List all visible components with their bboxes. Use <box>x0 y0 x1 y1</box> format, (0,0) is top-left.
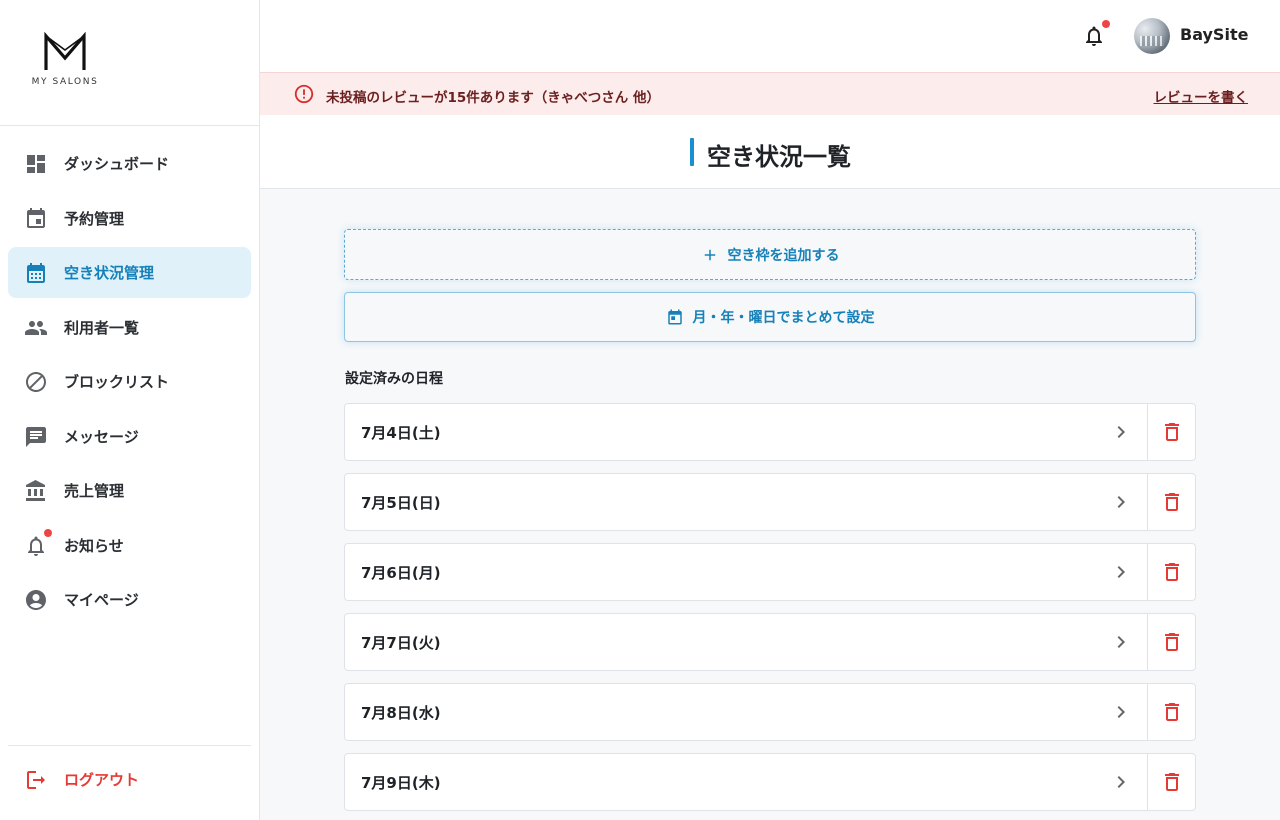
chevron-right-icon <box>1117 636 1125 648</box>
schedule-row-open[interactable]: 7月5日(日) <box>345 474 1147 530</box>
schedule-date: 7月6日(月) <box>361 564 441 582</box>
sidebar-item-label: マイページ <box>64 591 139 609</box>
avatar[interactable] <box>1134 18 1170 54</box>
sidebar-item-notices[interactable]: お知らせ <box>8 520 251 571</box>
review-alert-banner: 未投稿のレビューが15件あります（きゃべつさん 他） レビューを書く <box>260 72 1280 115</box>
logo-mark-icon <box>44 32 86 70</box>
write-review-link[interactable]: レビューを書く <box>1154 86 1249 106</box>
schedule-row-open[interactable]: 7月9日(木) <box>345 754 1147 810</box>
sidebar-item-blocklist[interactable]: ブロックリスト <box>8 356 251 407</box>
sidebar-item-mypage[interactable]: マイページ <box>8 574 251 625</box>
bulk-setting-button[interactable]: 月・年・曜日でまとめて設定 <box>344 292 1196 342</box>
plus-icon <box>704 249 715 260</box>
trash-icon <box>1165 423 1179 441</box>
delete-button[interactable] <box>1147 684 1195 740</box>
delete-button[interactable] <box>1147 404 1195 460</box>
chevron-right-icon <box>1117 426 1125 438</box>
schedule-row-open[interactable]: 7月6日(月) <box>345 544 1147 600</box>
main-content: 空き枠を追加する 月・年・曜日でまとめて設定 設定済みの日程 7月4日(土) 7… <box>260 189 1280 820</box>
schedule-date: 7月7日(火) <box>361 634 441 652</box>
block-icon <box>26 372 46 392</box>
sidebar-item-messages[interactable]: メッセージ <box>8 411 251 462</box>
alert-message: 未投稿のレビューが15件あります（きゃべつさん 他） <box>326 90 660 106</box>
schedule-row: 7月6日(月) <box>344 543 1196 601</box>
chevron-right-icon <box>1117 496 1125 508</box>
trash-icon <box>1165 703 1179 721</box>
sidebar-item-label: ダッシュボード <box>64 155 170 173</box>
bell-icon <box>28 536 44 556</box>
message-icon <box>26 426 46 447</box>
section-heading: 設定済みの日程 <box>345 371 443 387</box>
sidebar-item-label: お知らせ <box>64 536 124 555</box>
notification-badge <box>1102 20 1110 28</box>
dashboard-icon <box>27 155 45 173</box>
schedule-row-open[interactable]: 7月4日(土) <box>345 404 1147 460</box>
page-title: 空き状況一覧 <box>707 143 851 171</box>
top-header: BaySite <box>260 0 1280 72</box>
logo-text: MY SALONS <box>31 77 99 87</box>
trash-icon <box>1165 773 1179 791</box>
sidebar-item-label: 予約管理 <box>64 209 125 228</box>
bank-icon <box>26 480 45 501</box>
page-title-bar: 空き状況一覧 <box>260 115 1280 189</box>
sidebar-item-sales[interactable]: 売上管理 <box>8 465 251 516</box>
sidebar-item-availability[interactable]: 空き状況管理 <box>8 247 251 298</box>
sidebar-item-users[interactable]: 利用者一覧 <box>8 302 251 353</box>
bulk-setting-label: 月・年・曜日でまとめて設定 <box>692 310 875 326</box>
app-logo[interactable]: MY SALONS <box>26 32 104 90</box>
schedule-row: 7月4日(土) <box>344 403 1196 461</box>
trash-icon <box>1165 493 1179 511</box>
sidebar-item-label: 利用者一覧 <box>64 318 140 337</box>
chevron-right-icon <box>1117 776 1125 788</box>
delete-button[interactable] <box>1147 614 1195 670</box>
calendar-event-icon <box>27 207 45 228</box>
chevron-right-icon <box>1117 566 1125 578</box>
username[interactable]: BaySite <box>1180 25 1248 44</box>
notification-badge <box>44 528 52 537</box>
add-slot-label: 空き枠を追加する <box>727 247 840 264</box>
title-accent-bar <box>690 138 694 166</box>
sidebar-divider <box>8 745 251 746</box>
schedule-row: 7月7日(火) <box>344 613 1196 671</box>
logout-icon <box>27 771 45 789</box>
schedule-date: 7月4日(土) <box>361 424 441 442</box>
delete-button[interactable] <box>1147 754 1195 810</box>
trash-icon <box>1165 563 1179 581</box>
people-icon <box>25 320 47 335</box>
schedule-date: 7月9日(木) <box>361 774 441 792</box>
notification-bell-icon[interactable] <box>1082 24 1106 48</box>
calendar-icon <box>667 309 682 325</box>
trash-icon <box>1165 633 1179 651</box>
schedule-row: 7月5日(日) <box>344 473 1196 531</box>
add-slot-button[interactable]: 空き枠を追加する <box>344 229 1196 280</box>
sidebar-item-dashboard[interactable]: ダッシュボード <box>8 138 251 189</box>
logout-label: ログアウト <box>64 770 140 789</box>
sidebar-item-label: メッセージ <box>64 427 139 446</box>
chevron-right-icon <box>1117 706 1125 718</box>
schedule-row: 7月9日(木) <box>344 753 1196 811</box>
error-outline-icon <box>294 84 314 104</box>
delete-button[interactable] <box>1147 544 1195 600</box>
schedule-list: 7月4日(土) 7月5日(日) 7月6日(月) 7月7日(火) 7月8日(水) … <box>344 403 1196 820</box>
delete-button[interactable] <box>1147 474 1195 530</box>
account-circle-icon <box>26 590 46 610</box>
sidebar-item-label: 空き状況管理 <box>64 264 155 282</box>
logout-button[interactable]: ログアウト <box>8 754 251 804</box>
schedule-row-open[interactable]: 7月8日(水) <box>345 684 1147 740</box>
sidebar-item-reservations[interactable]: 予約管理 <box>8 193 251 244</box>
sidebar-divider <box>0 125 259 126</box>
sidebar-item-label: 売上管理 <box>64 482 125 500</box>
sidebar-nav: ダッシュボード 予約管理 空き状況管理 利用者一覧 ブロックリスト メッセージ … <box>8 138 251 629</box>
schedule-date: 7月8日(水) <box>361 704 441 722</box>
schedule-row-open[interactable]: 7月7日(火) <box>345 614 1147 670</box>
sidebar-item-label: ブロックリスト <box>64 373 170 391</box>
schedule-row: 7月8日(水) <box>344 683 1196 741</box>
sidebar: MY SALONS ダッシュボード 予約管理 空き状況管理 利用者一覧 ブロック… <box>0 0 260 820</box>
schedule-date: 7月5日(日) <box>361 494 441 512</box>
calendar-month-icon <box>27 263 45 283</box>
